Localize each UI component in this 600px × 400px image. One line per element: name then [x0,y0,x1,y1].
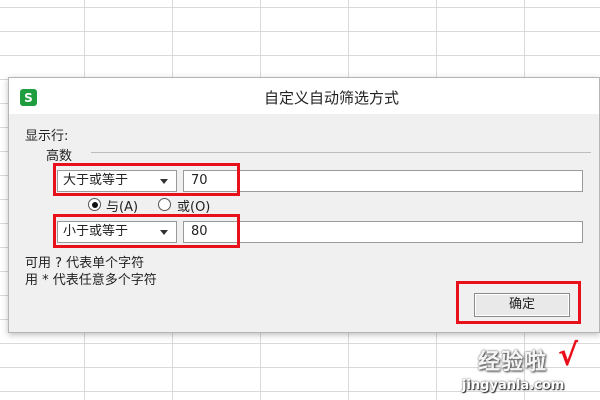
watermark-check-icon: √ [558,338,579,373]
condition1-operator-value: 大于或等于 [63,173,129,188]
field-name-label: 高数 [46,149,73,164]
and-radio-label[interactable]: 与(A) [106,196,138,215]
dialog-titlebar: S 自定义自动筛选方式 [9,78,599,114]
group-divider [91,152,591,153]
ok-button[interactable]: 确定 [474,293,570,317]
wildcard-hint-multi: 用 * 代表任意多个字符 [25,273,157,288]
watermark-brand: 经验啦 [478,350,548,375]
condition2-operator-select[interactable]: 小于或等于 [57,221,177,243]
or-radio[interactable] [158,198,171,211]
wps-app-icon: S [20,89,37,106]
watermark-url: jingyanla.com [462,378,565,393]
show-rows-label: 显示行: [25,129,69,144]
condition2-value-input[interactable]: 80 [183,221,583,243]
dropdown-arrow-icon [160,230,168,235]
dialog-title: 自定义自动筛选方式 [264,89,400,107]
condition2-operator-value: 小于或等于 [63,224,129,239]
or-radio-label[interactable]: 或(O) [177,196,210,215]
condition1-operator-select[interactable]: 大于或等于 [57,170,177,192]
condition1-value-input[interactable]: 70 [183,170,583,192]
custom-autofilter-dialog: S 自定义自动筛选方式 显示行: 高数 大于或等于 70 与(A) 或(O) 小… [8,77,600,333]
and-radio[interactable] [88,198,101,211]
dropdown-arrow-icon [160,179,168,184]
